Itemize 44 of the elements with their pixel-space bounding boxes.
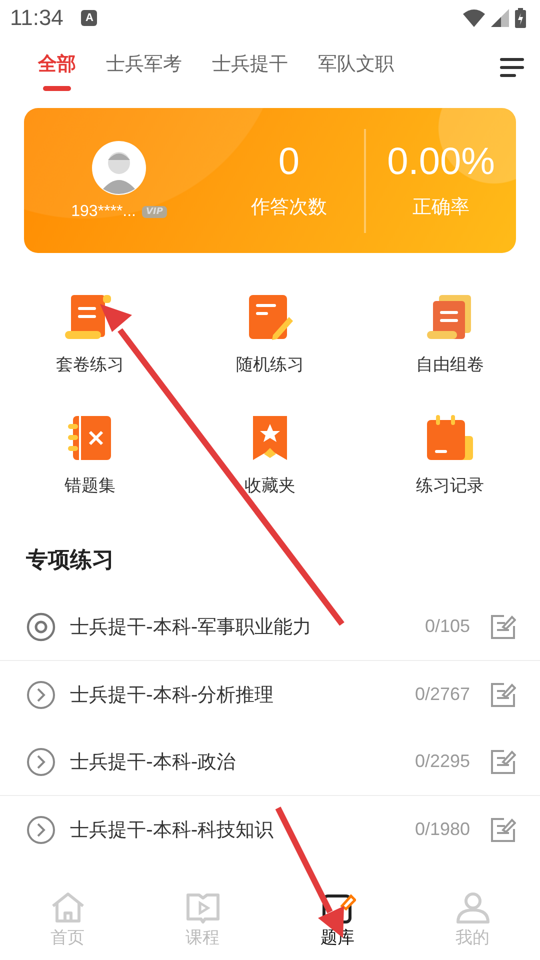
chevron-circle-icon[interactable] <box>26 814 56 844</box>
username: 193****... <box>71 202 136 220</box>
category-tab[interactable]: 士兵军考 <box>94 41 194 93</box>
category-tab[interactable]: 全部 <box>26 41 88 93</box>
wifi-icon <box>463 9 485 27</box>
feature-label[interactable]: 自由组卷 <box>416 353 484 376</box>
progress-count: 0/1980 <box>414 819 470 840</box>
progress-count: 0/105 <box>424 616 470 637</box>
practice-title[interactable]: 士兵提干-本科-科技知识 <box>70 816 401 842</box>
radio-icon[interactable] <box>26 612 56 642</box>
edit-icon[interactable] <box>490 816 516 842</box>
progress-count: 0/2767 <box>414 684 470 705</box>
practice-title[interactable]: 士兵提干-本科-政治 <box>70 748 401 774</box>
menu-icon[interactable] <box>500 57 524 77</box>
calendar-icon <box>425 414 475 462</box>
battery-icon <box>515 8 526 28</box>
category-tab[interactable]: 士兵提干 <box>200 41 300 93</box>
feature-label[interactable]: 随机练习 <box>236 353 304 376</box>
progress-count: 0/2295 <box>414 751 470 772</box>
category-tab[interactable]: 军队文职 <box>306 41 406 93</box>
edit-icon[interactable] <box>490 682 516 708</box>
practice-title[interactable]: 士兵提干-本科-分析推理 <box>70 682 401 708</box>
home-icon <box>50 892 86 924</box>
avatar-icon[interactable] <box>92 140 146 194</box>
notification-icon: A <box>81 10 98 26</box>
feature-label[interactable]: 错题集 <box>64 474 116 497</box>
status-time: 11:34 <box>10 5 64 31</box>
practice-title[interactable]: 士兵提干-本科-军事职业能力 <box>70 614 411 640</box>
edit-icon[interactable] <box>490 748 516 774</box>
chevron-circle-icon[interactable] <box>26 746 56 776</box>
signal-icon <box>491 9 509 27</box>
section-title: 专项练习 <box>25 547 115 575</box>
feature-label[interactable]: 套卷练习 <box>56 353 124 376</box>
stat-label: 作答次数 <box>251 195 327 220</box>
stat-label: 正确率 <box>412 195 470 220</box>
person-icon <box>454 892 490 924</box>
stat-value: 0 <box>278 141 300 184</box>
stat-value: 0.00% <box>387 141 495 184</box>
feature-label[interactable]: 练习记录 <box>416 474 484 497</box>
feature-label[interactable]: 收藏夹 <box>244 474 296 497</box>
play-book-icon <box>184 892 220 924</box>
chevron-circle-icon[interactable] <box>26 680 56 710</box>
edit-icon[interactable] <box>490 614 516 640</box>
vip-badge: VIP <box>142 206 167 218</box>
